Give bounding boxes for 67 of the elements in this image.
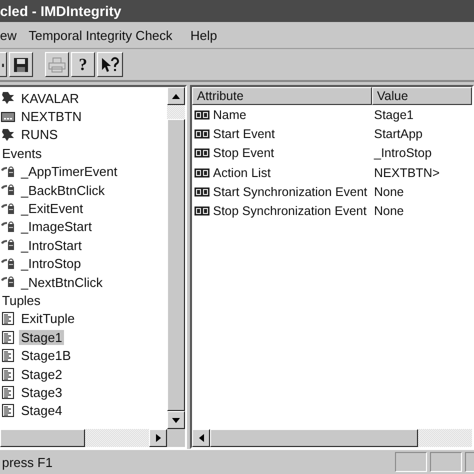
- scrollbar-corner: [167, 429, 185, 447]
- figure-icon: [1, 128, 15, 142]
- tree-item[interactable]: _NextBtnClick: [19, 274, 105, 290]
- tree-item[interactable]: Stage2: [19, 366, 64, 382]
- tree-item[interactable]: Stage3: [19, 384, 64, 400]
- table-cell: Start Event: [213, 126, 275, 141]
- table-cell: Name: [213, 108, 246, 122]
- column-header[interactable]: Attribute: [192, 87, 372, 105]
- scroll-up-button[interactable]: [167, 87, 185, 105]
- field-icon: [194, 148, 210, 158]
- printer-icon: [48, 56, 66, 72]
- column-header[interactable]: Value: [372, 87, 472, 105]
- tree-item[interactable]: _AppTimerEvent: [19, 164, 120, 180]
- tree-group[interactable]: Events: [0, 146, 44, 161]
- field-icon: [194, 206, 210, 216]
- table-cell: Stop Event: [213, 146, 274, 160]
- table-cell: NEXTBTN>: [374, 166, 440, 180]
- tree-group[interactable]: Tuples: [0, 292, 43, 308]
- right-arrow-icon: [156, 434, 160, 442]
- table-cell: Start Synchronization Event: [213, 184, 368, 199]
- menu-item[interactable]: Help: [190, 28, 218, 42]
- table-cell: None: [374, 184, 404, 199]
- field-icon: [194, 110, 210, 120]
- scroll-right-button[interactable]: [149, 429, 167, 447]
- tree-item[interactable]: _ExitEvent: [19, 201, 86, 216]
- table-cell: _IntroStop: [374, 146, 432, 160]
- tree-item[interactable]: _IntroStop: [19, 256, 83, 272]
- field-icon: [194, 186, 210, 197]
- tree-item[interactable]: RUNS: [19, 127, 60, 142]
- down-arrow-icon: [172, 418, 180, 422]
- scroll-thumb[interactable]: [210, 429, 418, 447]
- table-cell: StartApp: [374, 126, 423, 141]
- status-panel: [395, 452, 427, 472]
- tree-item[interactable]: NEXTBTN: [19, 109, 84, 124]
- field-icon: [194, 128, 210, 139]
- field-icon: [194, 168, 210, 178]
- figure-icon: [1, 91, 15, 106]
- scroll-down-button[interactable]: [167, 411, 185, 429]
- left-arrow-icon: [198, 434, 204, 442]
- tree-item[interactable]: Stage1: [19, 330, 64, 345]
- pointer-question-icon: [100, 56, 120, 72]
- scroll-left-button[interactable]: [192, 429, 210, 447]
- window-title: cled - IMDIntegrity: [0, 3, 122, 19]
- table-cell: Stop Synchronization Event: [213, 204, 367, 218]
- table-cell: Action List: [213, 166, 271, 180]
- menu-item[interactable]: Temporal Integrity Check: [28, 28, 172, 42]
- tree-item[interactable]: Stage4: [19, 403, 64, 418]
- tree-item[interactable]: _BackBtnClick: [19, 182, 107, 198]
- open-button[interactable]: [0, 52, 7, 77]
- scroll-thumb[interactable]: [0, 429, 85, 447]
- status-text: press F1: [1, 454, 53, 470]
- save-button[interactable]: [9, 52, 33, 77]
- tree-item[interactable]: Stage1B: [19, 348, 73, 364]
- status-panel: [465, 452, 474, 472]
- horizontal-scrollbar[interactable]: [0, 429, 185, 447]
- tree-item[interactable]: ExitTuple: [19, 311, 77, 326]
- tree-item[interactable]: KAVALAR: [19, 90, 82, 106]
- context-help-button[interactable]: [97, 52, 123, 77]
- tree-item[interactable]: _IntroStart: [19, 238, 84, 253]
- status-panel: [430, 452, 462, 472]
- table-cell: None: [374, 204, 404, 218]
- tree-item[interactable]: _ImageStart: [19, 219, 94, 234]
- save-icon: [13, 56, 29, 72]
- table-cell: Stage1: [374, 108, 414, 122]
- up-arrow-icon: [172, 94, 180, 98]
- help-button[interactable]: ?: [71, 52, 95, 77]
- menu-item[interactable]: ew: [0, 28, 17, 42]
